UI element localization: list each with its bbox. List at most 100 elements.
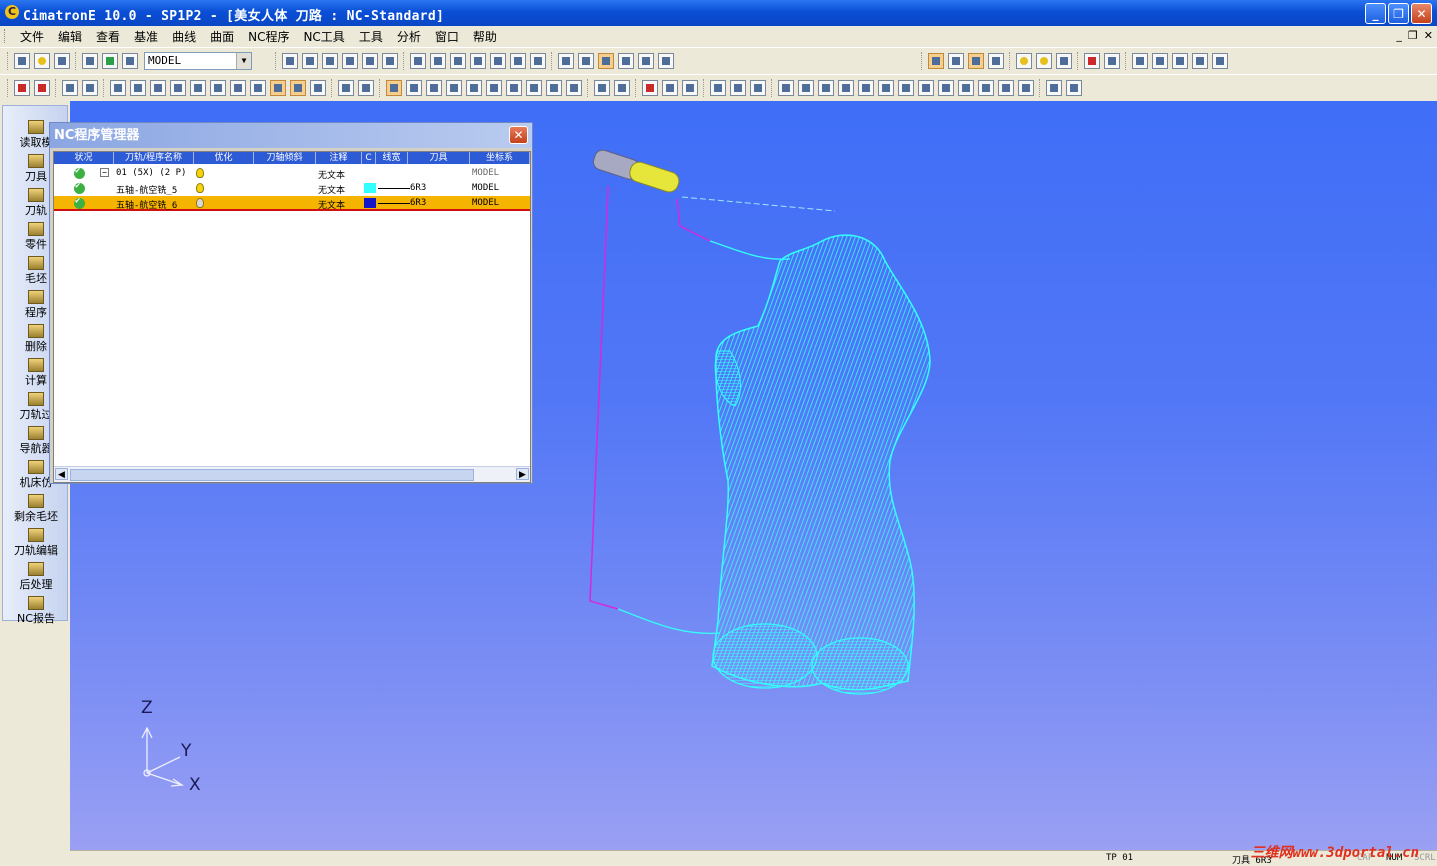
view-iso-icon[interactable] xyxy=(410,53,426,69)
nc-row-toolpath-selected[interactable]: 五轴-航空铣_6 无文本 6R3 MODEL xyxy=(54,196,530,211)
col-line-width[interactable]: 线宽 xyxy=(376,152,408,164)
menu-view[interactable]: 查看 xyxy=(90,28,126,45)
spline-icon[interactable] xyxy=(838,80,854,96)
render-mode-icon[interactable] xyxy=(638,53,654,69)
mdi-restore-button[interactable]: ❐ xyxy=(1408,29,1418,42)
zoom-select-icon[interactable] xyxy=(322,53,338,69)
wireframe-icon[interactable] xyxy=(618,53,634,69)
toolpath-color-swatch[interactable] xyxy=(364,198,376,208)
point-icon[interactable] xyxy=(1018,80,1034,96)
cimatron-app-icon[interactable]: C xyxy=(5,5,19,19)
sel-active-icon[interactable] xyxy=(270,80,286,96)
mdi-minimize-button[interactable]: _ xyxy=(1396,29,1402,42)
sidebar-item-remaining-stock[interactable]: 剩余毛坯 xyxy=(3,492,69,523)
menu-file[interactable]: 文件 xyxy=(14,28,50,45)
col-coordsys[interactable]: 坐标系 xyxy=(470,152,530,164)
visibility-bulb-icon[interactable] xyxy=(196,183,204,193)
col-tool[interactable]: 刀具 xyxy=(408,152,470,164)
arrow-right-icon[interactable] xyxy=(1104,53,1120,69)
chevron-down-icon[interactable]: ▼ xyxy=(236,53,251,69)
nc-holder-icon[interactable] xyxy=(358,80,374,96)
visibility-bulb-icon[interactable] xyxy=(196,198,204,208)
sel-loop-icon[interactable] xyxy=(250,80,266,96)
view-left-icon[interactable] xyxy=(490,53,506,69)
col-optimize[interactable]: 优化 xyxy=(194,152,254,164)
nc-stock-icon[interactable] xyxy=(526,80,542,96)
tree-collapse-toggle[interactable]: − xyxy=(100,168,109,177)
surface-3-icon[interactable] xyxy=(682,80,698,96)
swap-bulb-icon[interactable] xyxy=(1056,53,1072,69)
minimize-button[interactable]: _ xyxy=(1365,3,1386,24)
sidebar-item-toolpath-edit[interactable]: 刀轨编辑 xyxy=(3,526,69,557)
scroll-thumb[interactable] xyxy=(70,469,474,481)
ucs-icon[interactable] xyxy=(122,53,138,69)
nc-program-icon[interactable] xyxy=(386,80,402,96)
nc-tool-2-icon[interactable] xyxy=(506,80,522,96)
help-icon[interactable] xyxy=(466,80,482,96)
sel-point-icon[interactable] xyxy=(190,80,206,96)
pan-icon[interactable] xyxy=(362,53,378,69)
col-color[interactable]: C xyxy=(362,152,376,164)
model-combo[interactable]: MODEL ▼ xyxy=(144,52,252,70)
select-filter-icon[interactable] xyxy=(82,80,98,96)
box-icon[interactable] xyxy=(978,80,994,96)
sel-group-icon[interactable] xyxy=(230,80,246,96)
undo-icon[interactable] xyxy=(82,53,98,69)
menu-analysis[interactable]: 分析 xyxy=(391,28,427,45)
sidebar-item-nc-report[interactable]: NC报告 xyxy=(3,594,69,625)
menu-window[interactable]: 窗口 xyxy=(429,28,465,45)
copy-icon[interactable] xyxy=(1192,53,1208,69)
datum-icon[interactable] xyxy=(1046,80,1062,96)
sidebar-item-post-process[interactable]: 后处理 xyxy=(3,560,69,591)
view-front-icon[interactable] xyxy=(430,53,446,69)
measure-icon[interactable] xyxy=(1152,53,1168,69)
move-icon[interactable] xyxy=(730,80,746,96)
nc-dialog-titlebar[interactable]: NC程序管理器 ✕ xyxy=(50,123,532,148)
select-icon[interactable] xyxy=(62,80,78,96)
menu-help[interactable]: 帮助 xyxy=(467,28,503,45)
view-top-icon[interactable] xyxy=(450,53,466,69)
view-back-icon[interactable] xyxy=(510,53,526,69)
hide-bulb-icon[interactable] xyxy=(1036,53,1052,69)
sel-chain-icon[interactable] xyxy=(210,80,226,96)
view-save-icon[interactable] xyxy=(578,53,594,69)
new-file-icon[interactable] xyxy=(14,53,30,69)
visibility-bulb-icon[interactable] xyxy=(196,168,204,178)
nc-table-icon[interactable] xyxy=(426,80,442,96)
transform-icon[interactable] xyxy=(710,80,726,96)
menu-datum[interactable]: 基准 xyxy=(128,28,164,45)
menu-nc-tools[interactable]: NC工具 xyxy=(297,28,350,45)
view-bottom-icon[interactable] xyxy=(530,53,546,69)
close-button[interactable]: ✕ xyxy=(1411,3,1432,24)
paste-icon[interactable] xyxy=(1212,53,1228,69)
nc-toolpath-icon[interactable] xyxy=(406,80,422,96)
list-icon[interactable] xyxy=(310,80,326,96)
sketch-icon[interactable] xyxy=(594,80,610,96)
col-comment[interactable]: 注释 xyxy=(316,152,362,164)
filter-4-icon[interactable] xyxy=(988,53,1004,69)
col-status[interactable]: 状况 xyxy=(54,152,114,164)
view-manager-icon[interactable] xyxy=(558,53,574,69)
chamfer-icon[interactable] xyxy=(918,80,934,96)
tree-icon[interactable] xyxy=(1132,53,1148,69)
nc-group-icon[interactable] xyxy=(566,80,582,96)
xyz-icon[interactable] xyxy=(998,80,1014,96)
nc-dialog-close-button[interactable]: ✕ xyxy=(509,126,528,144)
save-icon[interactable] xyxy=(54,53,70,69)
filter-3-icon[interactable] xyxy=(968,53,984,69)
scroll-left-icon[interactable]: ◀ xyxy=(55,468,68,480)
filter-icon[interactable] xyxy=(928,53,944,69)
toolpath-color-swatch[interactable] xyxy=(364,183,376,193)
sel-curve-icon[interactable] xyxy=(170,80,186,96)
fillet-icon[interactable] xyxy=(938,80,954,96)
zoom-all-icon[interactable] xyxy=(302,53,318,69)
col-name[interactable]: 刀轨/程序名称 xyxy=(114,152,194,164)
nc-part-icon[interactable] xyxy=(546,80,562,96)
sel-edge-icon[interactable] xyxy=(130,80,146,96)
settings-icon[interactable] xyxy=(1172,53,1188,69)
sel-active-2-icon[interactable] xyxy=(290,80,306,96)
view-right-icon[interactable] xyxy=(470,53,486,69)
rotate-3d-icon[interactable] xyxy=(750,80,766,96)
break-icon[interactable] xyxy=(898,80,914,96)
circle-icon[interactable] xyxy=(818,80,834,96)
